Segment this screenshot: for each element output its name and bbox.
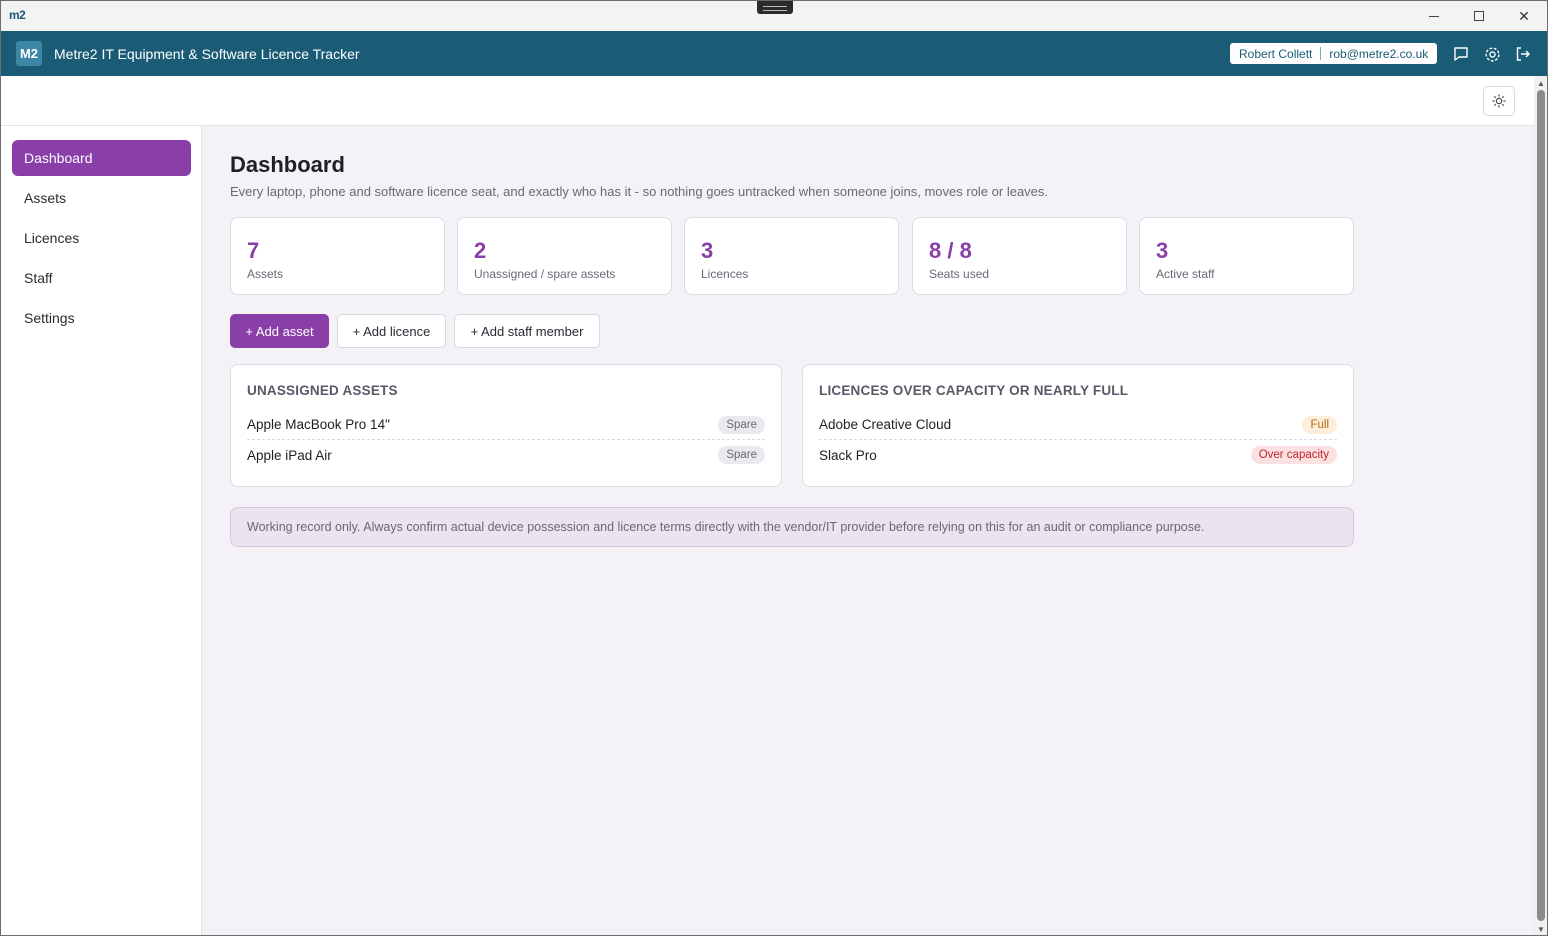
list-item[interactable]: Apple iPad Air Spare	[247, 440, 765, 470]
theme-toggle-button[interactable]	[1483, 86, 1515, 116]
drag-handle[interactable]	[757, 1, 793, 14]
brand-logo: M2	[16, 41, 42, 66]
user-name: Robert Collett	[1239, 46, 1313, 61]
maximize-button[interactable]	[1456, 1, 1502, 31]
maximize-icon	[1474, 11, 1484, 21]
stat-value: 8 / 8	[929, 238, 972, 263]
user-pill-divider	[1320, 47, 1322, 60]
status-badge: Spare	[718, 415, 765, 434]
stat-label: Licences	[701, 267, 749, 281]
app-mini-logo: m2	[9, 8, 26, 22]
chat-icon[interactable]	[1451, 44, 1471, 64]
stat-card-seats: 8 / 8 Seats used	[912, 217, 1127, 295]
stat-label: Unassigned / spare assets	[474, 267, 616, 281]
app-title: Metre2 IT Equipment & Software Licence T…	[54, 46, 360, 62]
close-window-button[interactable]: ✕	[1501, 1, 1547, 31]
page-title: Dashboard	[230, 152, 345, 177]
stat-card-unassigned: 2 Unassigned / spare assets	[457, 217, 672, 295]
main-content: Dashboard Every laptop, phone and softwa…	[202, 126, 1534, 935]
page-subtitle: Every laptop, phone and software licence…	[230, 184, 1049, 199]
scrollbar[interactable]: ▲ ▼	[1534, 76, 1547, 935]
stat-label: Seats used	[929, 267, 990, 281]
licence-name: Slack Pro	[819, 447, 877, 463]
sidebar-item-settings[interactable]: Settings	[12, 300, 191, 336]
minimize-icon	[1429, 15, 1439, 17]
stat-value: 2	[474, 238, 487, 263]
stat-card-assets: 7 Assets	[230, 217, 445, 295]
stat-label: Assets	[247, 267, 284, 281]
user-email: rob@metre2.co.uk	[1329, 46, 1429, 61]
status-badge: Full	[1302, 415, 1337, 434]
close-icon: ✕	[1518, 7, 1530, 24]
asset-name: Apple iPad Air	[247, 447, 332, 463]
stat-label: Active staff	[1156, 267, 1215, 281]
logout-icon[interactable]	[1513, 44, 1533, 64]
gear-icon[interactable]	[1482, 44, 1502, 64]
sidebar-item-licences[interactable]: Licences	[12, 220, 191, 256]
sidebar-item-dashboard[interactable]: Dashboard	[12, 140, 191, 176]
sidebar: Dashboard Assets Licences Staff Settings	[1, 126, 202, 935]
sidebar-item-staff[interactable]: Staff	[12, 260, 191, 296]
toolbar-strip	[1, 76, 1534, 126]
stat-card-staff: 3 Active staff	[1139, 217, 1354, 295]
licences-capacity-panel: LICENCES OVER CAPACITY OR NEARLY FULL Ad…	[802, 364, 1354, 487]
sidebar-item-assets[interactable]: Assets	[12, 180, 191, 216]
panel-title: UNASSIGNED ASSETS	[247, 383, 398, 398]
stat-value: 3	[1156, 238, 1169, 263]
stat-card-licences: 3 Licences	[684, 217, 899, 295]
scroll-up-icon[interactable]: ▲	[1536, 78, 1546, 88]
list-item[interactable]: Apple MacBook Pro 14" Spare	[247, 410, 765, 440]
scroll-down-icon[interactable]: ▼	[1536, 924, 1546, 934]
panel-title: LICENCES OVER CAPACITY OR NEARLY FULL	[819, 383, 1129, 398]
add-licence-button[interactable]: + Add licence	[337, 314, 446, 348]
window-titlebar[interactable]: m2 ✕	[1, 1, 1547, 31]
stat-value: 7	[247, 238, 260, 263]
asset-name: Apple MacBook Pro 14"	[247, 417, 390, 432]
disclaimer-notice: Working record only. Always confirm actu…	[230, 507, 1354, 547]
status-badge: Over capacity	[1250, 446, 1337, 464]
licence-name: Adobe Creative Cloud	[819, 417, 952, 432]
status-badge: Spare	[718, 446, 765, 464]
add-staff-button[interactable]: + Add staff member	[454, 314, 600, 348]
minimize-button[interactable]	[1411, 1, 1457, 31]
app-header: M2 Metre2 IT Equipment & Software Licenc…	[1, 31, 1547, 76]
add-asset-button[interactable]: + Add asset	[230, 314, 329, 348]
list-item[interactable]: Slack Pro Over capacity	[819, 440, 1337, 470]
list-item[interactable]: Adobe Creative Cloud Full	[819, 410, 1337, 440]
user-info-pill[interactable]: Robert Collett rob@metre2.co.uk	[1230, 43, 1438, 64]
scroll-thumb[interactable]	[1537, 90, 1545, 921]
app-window: m2 ✕ M2 Metre2 IT Equipment & Software L…	[0, 0, 1548, 936]
unassigned-assets-panel: UNASSIGNED ASSETS Apple MacBook Pro 14" …	[230, 364, 782, 487]
sun-icon	[1492, 94, 1506, 108]
stat-value: 3	[701, 238, 714, 263]
